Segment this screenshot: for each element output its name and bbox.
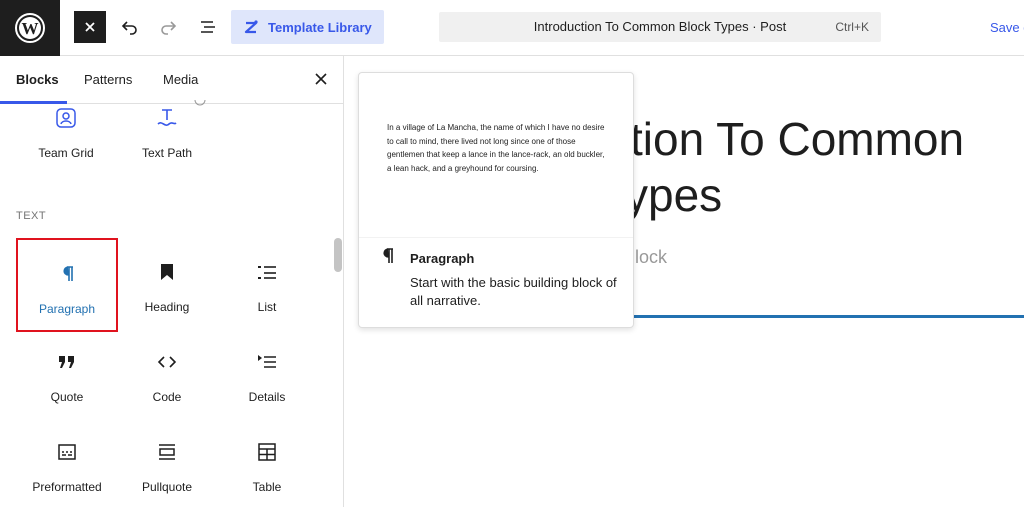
block-item-table[interactable]: Table: [216, 418, 318, 507]
category-heading-text: TEXT: [16, 210, 47, 222]
close-inserter-button[interactable]: [74, 11, 106, 43]
block-item-paragraph[interactable]: Paragraph: [16, 238, 118, 332]
preview-divider: [359, 237, 633, 238]
block-label: Text Path: [141, 146, 193, 160]
svg-text:W: W: [22, 19, 39, 38]
command-shortcut: Ctrl+K: [835, 20, 869, 34]
sidebar-scrollbar[interactable]: [334, 238, 342, 272]
block-label: Paragraph: [38, 302, 96, 316]
block-item-text-path[interactable]: Text Path: [116, 74, 218, 160]
save-draft-button[interactable]: Save d: [990, 20, 1024, 35]
block-item-pullquote[interactable]: Pullquote: [116, 418, 218, 507]
preview-sample-text: In a village of La Mancha, the name of w…: [387, 123, 605, 173]
close-icon: [315, 73, 327, 85]
preformatted-icon: [16, 440, 118, 464]
pullquote-icon: [116, 440, 218, 464]
block-item-preformatted[interactable]: Preformatted: [16, 418, 118, 507]
document-overview-button[interactable]: [193, 12, 223, 42]
command-palette-bar[interactable]: Introduction To Common Block Types · Pos…: [439, 12, 881, 42]
close-icon: [85, 22, 95, 32]
block-label: Code: [152, 390, 182, 404]
template-library-button[interactable]: Template Library: [231, 10, 384, 44]
block-inserter-sidebar: Blocks Patterns Media Team Grid Text Pat…: [0, 56, 344, 507]
block-item-heading[interactable]: Heading: [116, 238, 218, 332]
preview-block-description: Start with the basic building block of a…: [410, 275, 617, 308]
badge-icon: [194, 100, 206, 106]
code-icon: [116, 350, 218, 374]
quote-icon: [16, 350, 118, 374]
details-icon: [216, 350, 318, 374]
text-path-icon: [116, 106, 218, 130]
block-label: Preformatted: [32, 480, 102, 494]
document-title: Introduction To Common Block Types · Pos…: [533, 19, 787, 34]
redo-icon: [161, 21, 177, 35]
wordpress-logo-icon: W: [15, 13, 45, 43]
undo-icon: [121, 21, 137, 35]
block-item-quote[interactable]: Quote: [16, 328, 118, 422]
redo-button[interactable]: [153, 12, 183, 42]
separator-line: [595, 315, 1024, 318]
block-preview-popover: In a village of La Mancha, the name of w…: [358, 72, 634, 328]
block-item-code[interactable]: Code: [116, 328, 218, 422]
bookmark-icon: [116, 260, 218, 284]
editor-header: W Template Library Introduction To Commo…: [0, 0, 1024, 56]
wordpress-logo-button[interactable]: W: [0, 0, 60, 56]
preview-block-title: Paragraph: [410, 251, 475, 266]
undo-button[interactable]: [115, 12, 145, 42]
block-item-details[interactable]: Details: [216, 328, 318, 422]
template-library-icon: [244, 20, 258, 34]
block-label: List: [257, 300, 277, 314]
block-item-team-grid[interactable]: Team Grid: [15, 74, 117, 160]
block-label: Table: [252, 480, 282, 494]
table-icon: [216, 440, 318, 464]
list-icon: [216, 260, 318, 284]
block-label: Quote: [50, 390, 84, 404]
block-item-list[interactable]: List: [216, 238, 318, 332]
block-label: Heading: [144, 300, 190, 314]
post-subtitle[interactable]: lock: [635, 247, 667, 268]
close-sidebar-button[interactable]: [311, 69, 331, 89]
paragraph-icon: [379, 247, 395, 270]
template-library-label: Template Library: [268, 19, 372, 35]
paragraph-icon: [18, 262, 116, 286]
post-title[interactable]: ction To Common ypes: [607, 111, 964, 223]
block-label: Pullquote: [141, 480, 193, 494]
block-label: Details: [248, 390, 286, 404]
list-view-icon: [201, 21, 215, 33]
post-title-line-1: ction To Common: [607, 113, 965, 165]
team-grid-icon: [15, 106, 117, 130]
post-title-line-2: ypes: [625, 169, 723, 221]
block-label: Team Grid: [38, 146, 94, 160]
